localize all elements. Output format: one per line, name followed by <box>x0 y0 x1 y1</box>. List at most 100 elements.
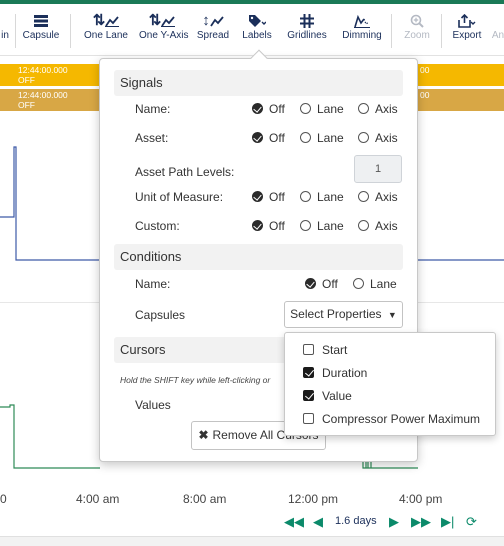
step-forward-icon[interactable]: ▶ <box>389 514 399 530</box>
toolbar-dimming-button[interactable]: Dimming <box>341 12 383 52</box>
radio-label: Off <box>269 131 285 145</box>
radio-checked-icon <box>252 132 263 143</box>
option-label: Duration <box>322 366 368 380</box>
option-label: Start <box>322 343 348 357</box>
step-back-full-icon[interactable]: ◀◀ <box>284 514 304 530</box>
radio-checked-icon <box>252 103 263 114</box>
radio-label: Axis <box>375 131 398 145</box>
toolbar-capsule-button[interactable]: Capsule <box>22 12 60 52</box>
property-option-value[interactable]: Value <box>303 389 352 403</box>
toolbar-label: One Y-Axis <box>139 30 189 41</box>
signal-asset-axis-radio[interactable]: Axis <box>358 131 398 145</box>
step-forward-full-icon[interactable]: ▶▶ <box>411 514 431 530</box>
toolbar-one-lane-button[interactable]: ⇅ One Lane <box>84 12 128 52</box>
toolbar-one-y-axis-button[interactable]: ⇅ One Y-Axis <box>139 12 189 52</box>
toolbar-label: Zoom <box>404 30 430 41</box>
condition-name-off-radio[interactable]: Off <box>305 277 338 291</box>
toolbar-separator <box>441 14 442 48</box>
export-icon <box>451 12 483 30</box>
zoom-in-partial-icon <box>0 12 12 30</box>
checkbox-unchecked-icon <box>303 413 314 424</box>
radio-label: Off <box>269 219 285 233</box>
radio-label: Axis <box>375 190 398 204</box>
signal-name-lane-radio[interactable]: Lane <box>300 102 344 116</box>
condition-name-lane-radio[interactable]: Lane <box>353 277 397 291</box>
signal-asset-lane-radio[interactable]: Lane <box>300 131 344 145</box>
time-navigation: ◀◀ ◀ 1.6 days ▶ ▶▶ ▶| ⟳ <box>0 512 504 532</box>
signal-custom-off-radio[interactable]: Off <box>252 219 285 233</box>
toolbar-zoom-button[interactable]: Zoom <box>403 12 431 52</box>
signal-asset-off-radio[interactable]: Off <box>252 131 285 145</box>
checkbox-checked-icon <box>303 367 314 378</box>
select-properties-button[interactable]: Select Properties ▼ <box>284 301 403 328</box>
dimming-icon <box>341 12 383 30</box>
property-option-start[interactable]: Start <box>303 343 347 357</box>
conditions-section-header: Conditions <box>114 244 403 270</box>
toolbar-label: in <box>1 30 9 41</box>
signal-custom-lane-radio[interactable]: Lane <box>300 219 344 233</box>
green-signal-line <box>0 404 100 469</box>
signal-name-axis-radio[interactable]: Axis <box>358 102 398 116</box>
radio-unchecked-icon <box>358 220 369 231</box>
signal-uom-lane-radio[interactable]: Lane <box>300 190 344 204</box>
toolbar-labels-button[interactable]: Labels <box>241 12 273 52</box>
toolbar-export-button[interactable]: Export <box>451 12 483 52</box>
signals-section-header: Signals <box>114 70 403 96</box>
radio-checked-icon <box>305 278 316 289</box>
radio-label: Off <box>322 277 338 291</box>
toolbar-annotate-button[interactable]: An <box>490 12 504 52</box>
radio-label: Axis <box>375 219 398 233</box>
radio-label: Off <box>269 190 285 204</box>
property-option-compressor-power-maximum[interactable]: Compressor Power Maximum <box>303 412 480 426</box>
toolbar-label: Labels <box>242 30 272 41</box>
jump-to-now-icon[interactable]: ▶| <box>441 514 454 530</box>
caret-down-icon: ▼ <box>387 310 397 320</box>
toolbar-gridlines-button[interactable]: Gridlines <box>287 12 327 52</box>
capsule-time-right: 00 <box>420 65 430 75</box>
toolbar-spread-button[interactable]: ↕ Spread <box>196 12 230 52</box>
toolbar-zoom-in-button[interactable]: in <box>0 12 12 52</box>
option-label: Compressor Power Maximum <box>322 412 481 426</box>
capsule-time-right: 00 <box>420 90 430 100</box>
bottom-bar <box>0 536 504 546</box>
radio-checked-icon <box>252 191 263 202</box>
x-tick-label: 4:00 pm <box>399 492 443 506</box>
spread-icon: ↕ <box>196 12 230 30</box>
x-tick-label: 0 <box>0 492 7 506</box>
capsules-label: Capsules <box>135 308 186 322</box>
toolbar-label: An <box>491 30 504 41</box>
signal-uom-axis-radio[interactable]: Axis <box>358 190 398 204</box>
x-tick-label: 8:00 am <box>183 492 227 506</box>
radio-label: Off <box>269 102 285 116</box>
toolbar-label: Dimming <box>342 30 382 41</box>
signal-name-off-radio[interactable]: Off <box>252 102 285 116</box>
signal-custom-axis-radio[interactable]: Axis <box>358 219 398 233</box>
radio-unchecked-icon <box>300 220 311 231</box>
blue-signal-line <box>0 146 110 261</box>
radio-checked-icon <box>252 220 263 231</box>
signal-asset-label: Asset: <box>135 131 169 145</box>
cursor-hint-text: Hold the SHIFT key while left-clicking o… <box>120 375 271 385</box>
radio-unchecked-icon <box>353 278 364 289</box>
property-option-duration[interactable]: Duration <box>303 366 367 380</box>
toolbar-label: Export <box>452 30 482 41</box>
toolbar-label: One Lane <box>84 30 128 41</box>
toolbar-label: Capsule <box>22 30 60 41</box>
display-duration[interactable]: 1.6 days <box>335 515 377 527</box>
radio-label: Lane <box>317 219 344 233</box>
radio-label: Lane <box>317 102 344 116</box>
radio-label: Lane <box>370 277 397 291</box>
checkbox-checked-icon <box>303 390 314 401</box>
asset-path-levels-input[interactable]: 1 <box>354 155 402 183</box>
condition-name-label: Name: <box>135 277 171 291</box>
refresh-icon[interactable]: ⟳ <box>466 514 477 530</box>
radio-label: Lane <box>317 190 344 204</box>
x-axis: 0 4:00 am 8:00 am 12:00 pm 4:00 pm <box>0 492 504 510</box>
one-lane-icon: ⇅ <box>84 12 128 30</box>
radio-unchecked-icon <box>300 132 311 143</box>
gridlines-icon <box>287 12 327 30</box>
x-tick-label: 4:00 am <box>76 492 120 506</box>
radio-unchecked-icon <box>358 191 369 202</box>
signal-uom-off-radio[interactable]: Off <box>252 190 285 204</box>
step-back-icon[interactable]: ◀ <box>313 514 323 530</box>
